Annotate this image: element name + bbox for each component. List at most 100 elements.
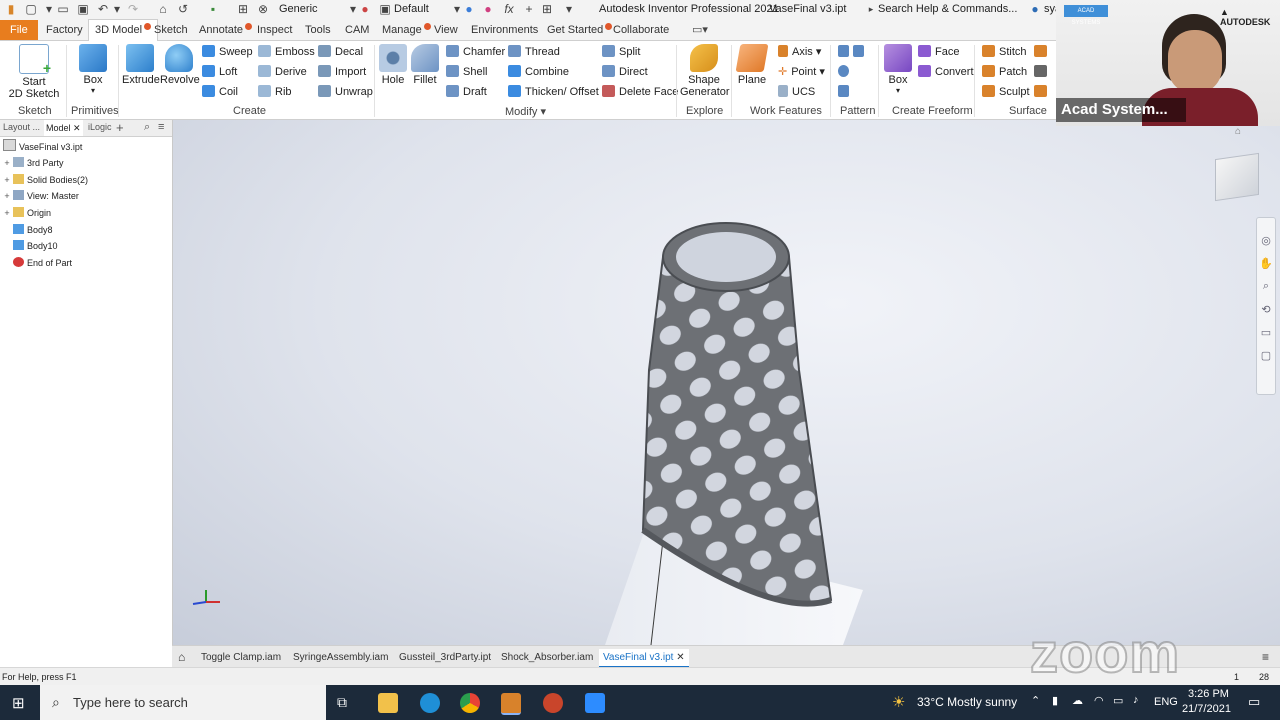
tree-item-part[interactable]: VaseFinal v3.ipt bbox=[3, 139, 82, 155]
derive-button[interactable]: Derive bbox=[258, 64, 307, 80]
menu-icon[interactable]: ≡ bbox=[158, 121, 164, 133]
dropdown-icon[interactable]: ▾ bbox=[110, 3, 124, 16]
no-entry-icon[interactable]: ⊗ bbox=[256, 3, 270, 16]
import-button[interactable]: Import bbox=[318, 64, 366, 80]
doc-tab-toggle-clamp[interactable]: Toggle Clamp.iam bbox=[201, 649, 281, 666]
tab-view[interactable]: View bbox=[434, 20, 458, 40]
graphics-viewport[interactable]: ⌂ ◎ ✋ ⌕ ⟲ ▭ ▢ ✥ bbox=[173, 120, 1280, 645]
close-icon[interactable]: ✕ bbox=[676, 652, 684, 663]
delete-face-button[interactable]: Delete Face bbox=[602, 84, 678, 100]
measure-icon[interactable]: ⊞ bbox=[236, 3, 250, 16]
powerpoint-icon[interactable] bbox=[543, 693, 563, 713]
plus-icon[interactable]: + bbox=[522, 3, 536, 16]
home-icon[interactable]: ⌂ bbox=[178, 649, 185, 666]
shell-button[interactable]: Shell bbox=[446, 64, 487, 80]
rectangular-pattern-button[interactable] bbox=[838, 44, 868, 60]
rib-button[interactable]: Rib bbox=[258, 84, 292, 100]
redo-icon[interactable]: ↷ bbox=[126, 3, 140, 16]
add-tab-icon[interactable]: + bbox=[116, 120, 124, 135]
panel-modify[interactable]: Modify ▾ bbox=[505, 105, 546, 118]
axis-button[interactable]: Axis ▾ bbox=[778, 44, 821, 60]
dropdown-icon[interactable]: ▾ bbox=[42, 3, 56, 16]
expand-icon[interactable]: + bbox=[3, 205, 11, 221]
undo-icon[interactable]: ↶ bbox=[96, 3, 110, 16]
point-button[interactable]: ✛ Point ▾ bbox=[778, 64, 825, 80]
split-button[interactable]: Split bbox=[602, 44, 640, 60]
customize-icon[interactable]: ▾ bbox=[562, 3, 576, 16]
tree-item-view-master[interactable]: + View: Master bbox=[3, 188, 79, 204]
stitch-button[interactable]: Stitch bbox=[982, 44, 1027, 60]
browser-tab-model[interactable]: Model ✕ bbox=[44, 120, 83, 136]
doc-tab-vasefinal[interactable]: VaseFinal v3.ipt ✕ bbox=[599, 649, 689, 668]
extend-surface-button[interactable] bbox=[1034, 84, 1051, 100]
chrome-icon[interactable] bbox=[460, 693, 480, 713]
save-icon[interactable]: ▣ bbox=[76, 3, 90, 16]
onedrive-icon[interactable]: ☁ bbox=[1072, 694, 1083, 707]
app-menu-icon[interactable]: ▮ bbox=[4, 3, 18, 16]
tab-3d-model[interactable]: 3D Model bbox=[88, 19, 159, 41]
freeform-face-button[interactable]: Face bbox=[918, 44, 959, 60]
weather-text[interactable]: 33°C Mostly sunny bbox=[917, 695, 1017, 709]
clock-date[interactable]: 21/7/2021 bbox=[1182, 703, 1231, 715]
tree-item-body8[interactable]: Body8 bbox=[13, 222, 53, 238]
tree-item-solid-bodies[interactable]: + Solid Bodies(2) bbox=[3, 172, 88, 188]
primitive-box-button[interactable]: Box ▾ bbox=[77, 44, 109, 95]
tab-factory[interactable]: Factory bbox=[46, 20, 83, 40]
appearance-combo[interactable]: Generic bbox=[279, 2, 349, 17]
tab-cam[interactable]: CAM bbox=[345, 20, 369, 40]
browser-tab-layout[interactable]: Layout ... bbox=[3, 122, 40, 132]
fx-icon[interactable]: fx bbox=[502, 3, 516, 16]
tab-collaborate[interactable]: Collaborate bbox=[613, 20, 669, 40]
tab-annotate[interactable]: Annotate bbox=[199, 20, 253, 40]
sketch-pattern-button[interactable] bbox=[838, 84, 853, 100]
appearance-icon[interactable]: ● bbox=[462, 3, 476, 16]
emboss-button[interactable]: Emboss bbox=[258, 44, 315, 60]
browser-tab-ilogic[interactable]: iLogic bbox=[88, 122, 112, 132]
sweep-button[interactable]: Sweep bbox=[202, 44, 253, 60]
zoom-app-icon[interactable] bbox=[585, 693, 605, 713]
tab-inspect[interactable]: Inspect bbox=[257, 20, 292, 40]
network-icon[interactable]: ◠ bbox=[1094, 694, 1104, 707]
microphone-icon[interactable]: ▮ bbox=[1052, 694, 1058, 707]
tab-get-started[interactable]: Get Started bbox=[547, 20, 613, 40]
tab-file[interactable]: File bbox=[0, 20, 38, 40]
freeform-box-button[interactable]: Box ▾ bbox=[882, 44, 914, 95]
volume-icon[interactable]: ♪ bbox=[1133, 694, 1139, 706]
decal-button[interactable]: Decal bbox=[318, 44, 363, 60]
clock-time[interactable]: 3:26 PM bbox=[1188, 688, 1229, 700]
tab-sketch[interactable]: Sketch bbox=[154, 20, 188, 40]
menu-icon[interactable]: ≡ bbox=[1262, 649, 1269, 666]
convert-button[interactable]: Convert bbox=[918, 64, 974, 80]
expand-icon[interactable]: + bbox=[3, 172, 11, 188]
circular-pattern-button[interactable] bbox=[838, 64, 853, 80]
tab-manage[interactable]: Manage bbox=[382, 20, 431, 40]
design-view-combo[interactable]: Default bbox=[394, 2, 450, 17]
inventor-icon[interactable] bbox=[501, 693, 521, 715]
thread-button[interactable]: Thread bbox=[508, 44, 560, 60]
loft-button[interactable]: Loft bbox=[202, 64, 237, 80]
close-icon[interactable]: ✕ bbox=[73, 123, 81, 133]
sculpt-button[interactable]: Sculpt bbox=[982, 84, 1030, 100]
notifications-icon[interactable]: ▭ bbox=[1248, 694, 1260, 710]
view-cube[interactable] bbox=[1215, 152, 1259, 202]
tree-item-3rd-party[interactable]: +3rd Party bbox=[3, 155, 64, 171]
extrude-button[interactable]: Extrude bbox=[122, 44, 160, 86]
plane-button[interactable]: Plane bbox=[735, 44, 769, 86]
hole-button[interactable]: Hole bbox=[378, 44, 408, 86]
doc-tab-gussteil[interactable]: Gussteil_3rdParty.ipt bbox=[399, 649, 491, 666]
steering-wheel-icon[interactable]: ◎ bbox=[1257, 234, 1275, 247]
draft-button[interactable]: Draft bbox=[446, 84, 487, 100]
home-icon[interactable]: ⌂ bbox=[156, 3, 170, 16]
task-view-icon[interactable]: ⧉ bbox=[337, 694, 347, 711]
tab-tools[interactable]: Tools bbox=[305, 20, 331, 40]
select-icon[interactable]: ▪ bbox=[206, 3, 220, 16]
trim-surface-button[interactable] bbox=[1034, 64, 1051, 80]
taskbar-search-input[interactable]: ⌕ Type here to search bbox=[40, 685, 326, 720]
ruled-surface-button[interactable] bbox=[1034, 44, 1051, 60]
thicken-offset-button[interactable]: Thicken/ Offset bbox=[508, 84, 599, 100]
patch-button[interactable]: Patch bbox=[982, 64, 1027, 80]
ucs-button[interactable]: UCS bbox=[778, 84, 815, 100]
zoom-icon[interactable]: ⌕ bbox=[1257, 280, 1275, 293]
coil-button[interactable]: Coil bbox=[202, 84, 238, 100]
revolve-button[interactable]: Revolve bbox=[160, 44, 200, 86]
